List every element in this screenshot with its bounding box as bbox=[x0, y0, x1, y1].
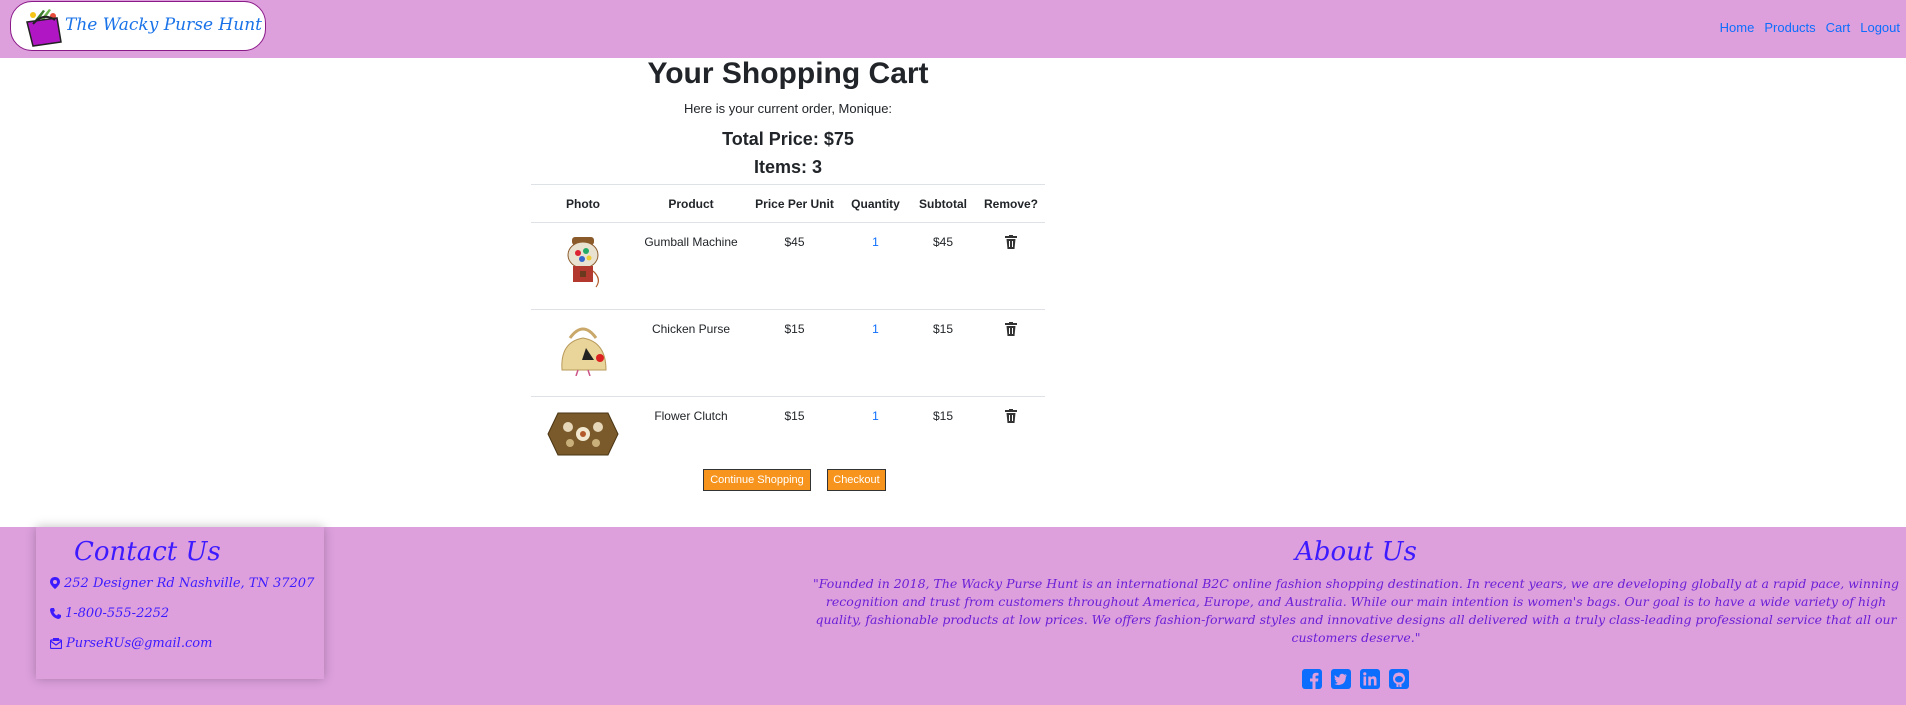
facebook-icon[interactable] bbox=[1302, 669, 1322, 689]
table-header-row: Photo Product Price Per Unit Quantity Su… bbox=[531, 184, 1045, 223]
trash-icon[interactable] bbox=[1005, 235, 1017, 249]
gumball-machine-photo bbox=[567, 237, 599, 288]
twitter-icon[interactable] bbox=[1331, 669, 1351, 689]
brand-name: The Wacky Purse Hunt bbox=[65, 15, 262, 35]
flower-clutch-photo bbox=[547, 412, 619, 456]
social-links bbox=[1302, 669, 1418, 689]
product-name: Gumball Machine bbox=[635, 222, 747, 310]
cart-table: Photo Product Price Per Unit Quantity Su… bbox=[531, 184, 1045, 483]
product-name: Chicken Purse bbox=[635, 309, 747, 397]
navbar: The Wacky Purse Hunt Home Products Cart … bbox=[0, 0, 1906, 58]
price-cell: $45 bbox=[747, 222, 842, 310]
checkout-button[interactable]: Checkout bbox=[827, 469, 886, 491]
map-pin-icon bbox=[50, 577, 60, 589]
nav-home[interactable]: Home bbox=[1720, 20, 1755, 38]
cart-subtitle: Here is your current order, Monique: bbox=[683, 101, 893, 116]
linkedin-icon[interactable] bbox=[1360, 669, 1380, 689]
table-row: Gumball Machine $45 1 $45 bbox=[531, 222, 1045, 310]
quantity-cell: 1 bbox=[842, 309, 909, 397]
email-text: PurseRUs@gmail.com bbox=[66, 636, 213, 651]
nav-cart[interactable]: Cart bbox=[1826, 20, 1851, 38]
contact-phone: 1-800-555-2252 bbox=[50, 606, 169, 621]
column-header: Remove? bbox=[977, 184, 1045, 223]
column-header: Subtotal bbox=[909, 184, 977, 223]
column-header: Quantity bbox=[842, 184, 909, 223]
page-title: Your Shopping Cart bbox=[647, 57, 929, 90]
remove-cell bbox=[977, 222, 1045, 310]
photo-cell bbox=[531, 309, 635, 397]
about-text: "Founded in 2018, The Wacky Purse Hunt i… bbox=[812, 576, 1900, 645]
subtotal-cell: $15 bbox=[909, 309, 977, 397]
trash-icon[interactable] bbox=[1005, 322, 1017, 336]
column-header: Product bbox=[635, 184, 747, 223]
photo-cell bbox=[531, 397, 635, 484]
subtotal-cell: $45 bbox=[909, 222, 977, 310]
brand-link[interactable]: The Wacky Purse Hunt bbox=[10, 1, 266, 51]
contact-address: 252 Designer Rd Nashville, TN 37207 bbox=[50, 576, 314, 591]
cart-item-count: Items: 3 bbox=[753, 157, 823, 177]
remove-cell bbox=[977, 309, 1045, 397]
cart-total: Total Price: $75 bbox=[722, 129, 854, 149]
phone-text: 1-800-555-2252 bbox=[65, 606, 170, 621]
mail-icon bbox=[49, 638, 63, 650]
nav-logout[interactable]: Logout bbox=[1860, 20, 1900, 38]
github-icon[interactable] bbox=[1389, 669, 1409, 689]
quantity-cell: 1 bbox=[842, 222, 909, 310]
column-header: Price Per Unit bbox=[747, 184, 842, 223]
nav-links: Home Products Cart Logout bbox=[1720, 20, 1906, 38]
table-row: Chicken Purse $15 1 $15 bbox=[531, 309, 1045, 397]
address-text: 252 Designer Rd Nashville, TN 37207 bbox=[64, 576, 315, 591]
continue-shopping-button[interactable]: Continue Shopping bbox=[703, 469, 811, 491]
purse-logo-icon bbox=[26, 9, 62, 47]
remove-cell bbox=[977, 397, 1045, 484]
price-cell: $15 bbox=[747, 309, 842, 397]
contact-email: PurseRUs@gmail.com bbox=[49, 636, 213, 651]
column-header: Photo bbox=[531, 184, 635, 223]
phone-icon bbox=[50, 608, 61, 619]
subtotal-cell: $15 bbox=[932, 409, 954, 423]
nav-products[interactable]: Products bbox=[1764, 20, 1815, 38]
trash-icon[interactable] bbox=[1005, 409, 1017, 423]
chicken-purse-photo bbox=[561, 327, 607, 376]
about-title: About Us bbox=[1295, 537, 1417, 567]
footer: Contact Us 252 Designer Rd Nashville, TN… bbox=[0, 527, 1906, 705]
photo-cell bbox=[531, 222, 635, 310]
